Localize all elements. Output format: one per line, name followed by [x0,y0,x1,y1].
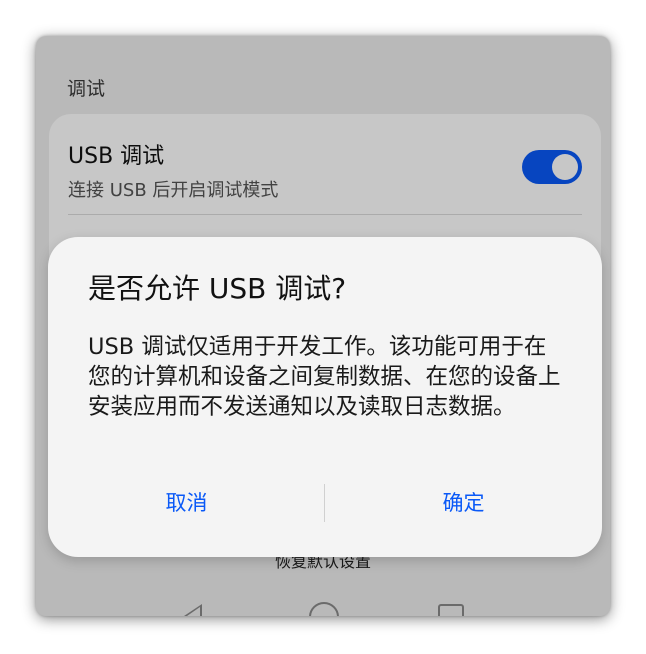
dialog-message: USB 调试仅适用于开发工作。该功能可用于在您的计算机和设备之间复制数据、在您的… [88,334,561,420]
cancel-button[interactable]: 取消 [48,481,325,525]
confirm-button[interactable]: 确定 [325,481,602,525]
usb-debug-dialog: 是否允许 USB 调试? USB 调试仅适用于开发工作。该功能可用于在您的计算机… [48,237,602,557]
dialog-button-bar: 取消 确定 [48,481,602,525]
dialog-title: 是否允许 USB 调试? [88,272,347,305]
